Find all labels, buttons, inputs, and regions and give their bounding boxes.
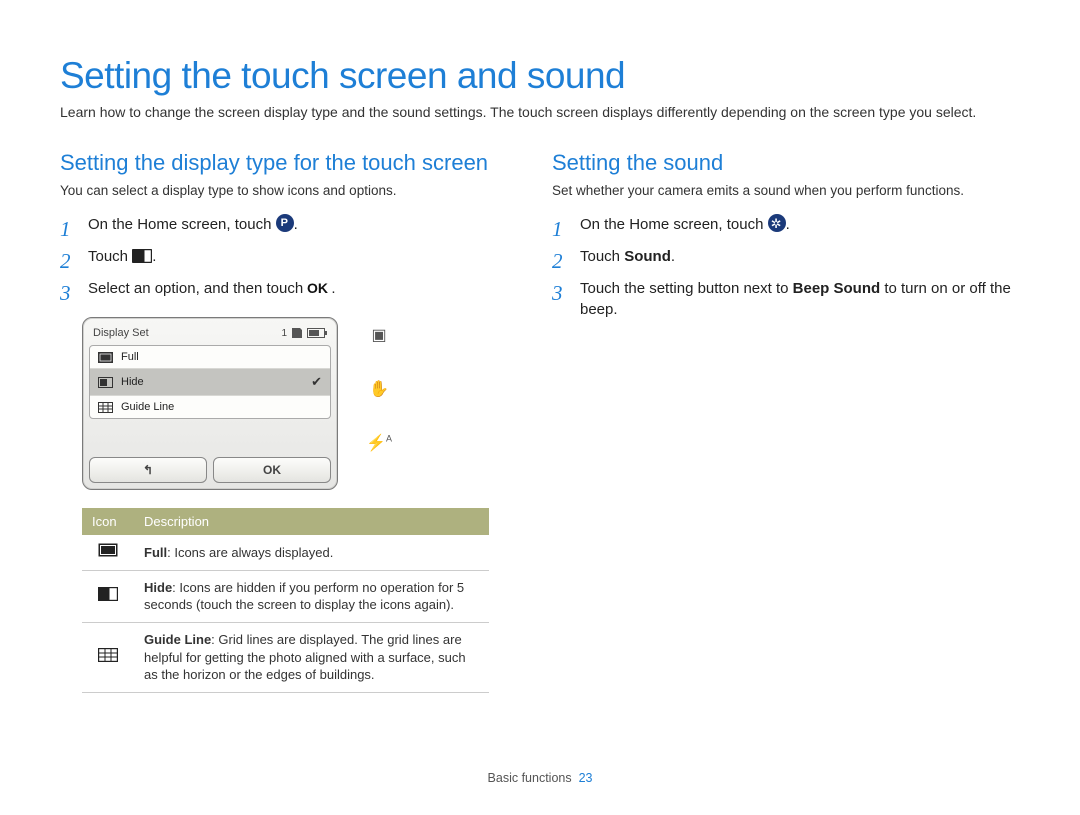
step-text: Touch the setting button next to xyxy=(580,280,793,297)
step-text: On the Home screen, touch xyxy=(580,216,768,233)
home-p-icon xyxy=(276,214,294,232)
guideline-icon xyxy=(98,648,118,662)
page-footer: Basic functions 23 xyxy=(0,771,1080,785)
step-text: On the Home screen, touch xyxy=(88,216,276,233)
step-text: . xyxy=(152,248,156,265)
step-text: . xyxy=(294,216,298,233)
step-text: . xyxy=(671,248,675,265)
table-row: Full: Icons are always displayed. xyxy=(82,535,489,570)
option-full[interactable]: Full xyxy=(90,346,330,368)
option-label: Guide Line xyxy=(121,401,174,413)
ui-count: 1 xyxy=(281,328,287,339)
option-label: Full xyxy=(121,351,139,363)
th-icon: Icon xyxy=(82,508,134,535)
step-1: On the Home screen, touch . xyxy=(552,214,1020,236)
ok-icon: OK xyxy=(307,281,331,295)
hide-icon xyxy=(98,587,118,601)
ok-button[interactable]: OK xyxy=(213,457,331,483)
table-row: Hide: Icons are hidden if you perform no… xyxy=(82,570,489,622)
description-table: Icon Description Full: Icons are always … xyxy=(82,508,489,692)
svg-text:OK: OK xyxy=(307,281,328,295)
footer-section: Basic functions xyxy=(488,771,572,785)
option-hide[interactable]: Hide ✔ xyxy=(90,368,330,395)
hide-icon xyxy=(98,377,113,388)
intro-display-type: You can select a display type to show ic… xyxy=(60,182,520,200)
intro-sound: Set whether your camera emits a sound wh… xyxy=(552,182,1020,200)
step-2: Touch Sound. xyxy=(552,246,1020,268)
step-text: Touch xyxy=(88,248,132,265)
camera-ui-mock: Display Set 1 Full xyxy=(82,317,392,490)
row-bold: Hide xyxy=(144,580,172,595)
step-text: . xyxy=(331,280,335,297)
footer-page: 23 xyxy=(579,771,593,785)
option-label: Hide xyxy=(121,376,144,388)
table-row: Guide Line: Grid lines are displayed. Th… xyxy=(82,623,489,693)
steps-sound: On the Home screen, touch . Touch Sound.… xyxy=(552,214,1020,321)
metering-icon: ▣ xyxy=(371,325,386,345)
heading-display-type: Setting the display type for the touch s… xyxy=(60,150,520,176)
ois-icon: ✋ xyxy=(369,379,389,399)
row-text: : Icons are always displayed. xyxy=(167,545,333,560)
option-guideline[interactable]: Guide Line xyxy=(90,395,330,418)
full-icon xyxy=(98,352,113,363)
steps-display-type: On the Home screen, touch . Touch . Sele… xyxy=(60,214,520,299)
row-bold: Full xyxy=(144,545,167,560)
page-title: Setting the touch screen and sound xyxy=(60,55,1020,97)
step-bold: Sound xyxy=(624,248,671,265)
back-button[interactable]: ↰ xyxy=(89,457,207,483)
guideline-icon xyxy=(98,402,113,413)
step-text: Touch xyxy=(580,248,624,265)
display-toggle-icon xyxy=(132,249,152,263)
full-icon xyxy=(98,543,118,557)
row-text: : Icons are hidden if you perform no ope… xyxy=(144,580,464,613)
th-desc: Description xyxy=(134,508,489,535)
step-bold: Beep Sound xyxy=(793,280,881,297)
sd-icon xyxy=(291,328,303,338)
step-3: Select an option, and then touch OK. xyxy=(60,278,520,300)
step-3: Touch the setting button next to Beep So… xyxy=(552,278,1020,322)
side-icon-strip: ▣ ✋ ⚡A xyxy=(366,325,392,453)
settings-gear-icon xyxy=(768,214,786,232)
row-bold: Guide Line xyxy=(144,632,211,647)
step-1: On the Home screen, touch . xyxy=(60,214,520,236)
ui-title: Display Set xyxy=(93,327,149,339)
step-text: . xyxy=(786,216,790,233)
step-2: Touch . xyxy=(60,246,520,268)
battery-icon xyxy=(307,328,325,338)
heading-sound: Setting the sound xyxy=(552,150,1020,176)
flash-icon: ⚡A xyxy=(366,433,392,453)
page-intro: Learn how to change the screen display t… xyxy=(60,103,1020,122)
check-icon: ✔ xyxy=(311,374,322,390)
step-text: Select an option, and then touch xyxy=(88,280,307,297)
